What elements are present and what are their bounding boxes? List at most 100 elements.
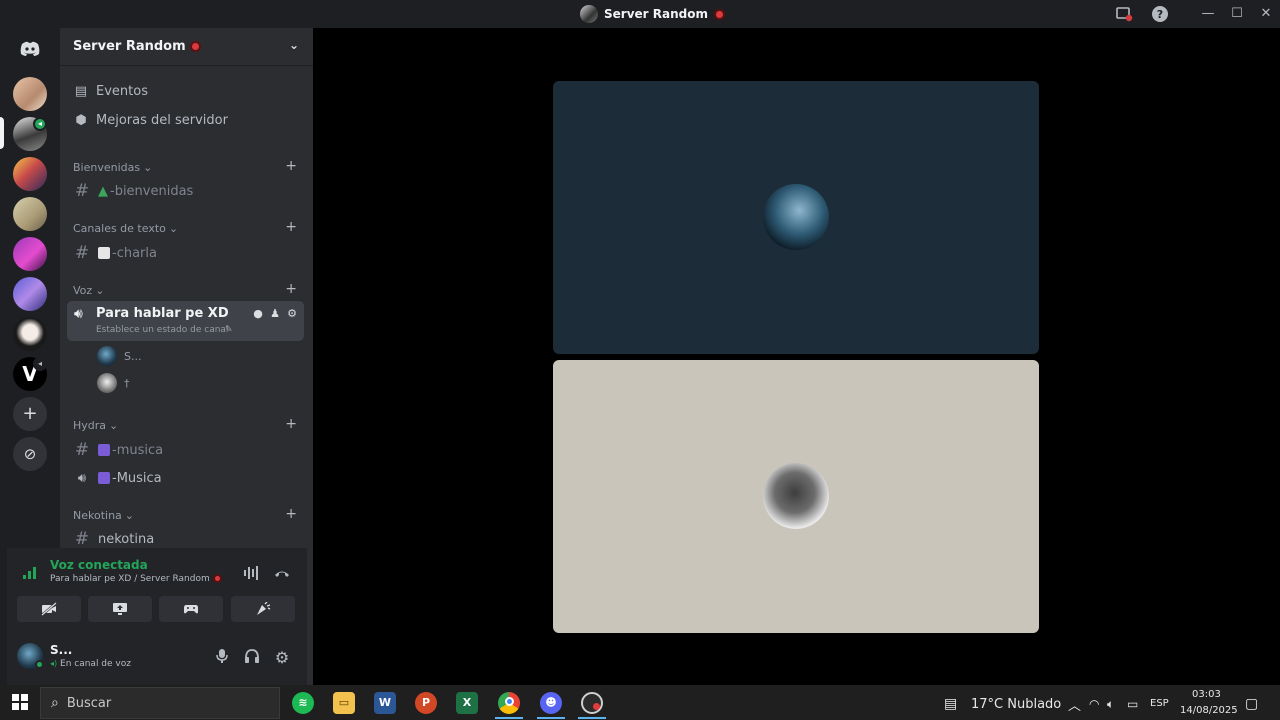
signal-icon[interactable] (21, 563, 39, 581)
file-explorer-icon[interactable]: ▭ (333, 692, 355, 714)
category-voz[interactable]: Voz ⌄ (73, 282, 104, 298)
weather-widget[interactable]: 17°C Nublado (971, 697, 1061, 712)
user-status-text: En canal de voz (60, 659, 131, 669)
tree-emoji-icon: ▲ (98, 183, 108, 199)
voice-subtitle-text: Para hablar pe XD / Server Random (50, 574, 210, 584)
boost-label: Mejoras del servidor (96, 112, 228, 128)
add-channel-button[interactable]: + (285, 506, 297, 522)
active-app-indicator (537, 717, 565, 719)
channel-nekotina[interactable]: # nekotina (74, 529, 154, 549)
channel-label: nekotina (98, 531, 155, 547)
category-hydra[interactable]: Hydra ⌄ (73, 417, 118, 433)
channel-musica-voice[interactable]: 🔊︎ -Musica (74, 468, 162, 488)
chevron-down-icon: ⌄ (168, 221, 179, 235)
explore-servers-button[interactable]: ⊘ (13, 437, 47, 471)
server-icon-5[interactable] (13, 237, 47, 271)
chevron-down-icon: ⌄ (288, 38, 299, 52)
pencil-icon[interactable]: ✎ (225, 325, 233, 335)
gear-icon[interactable]: ⚙ (285, 307, 299, 321)
spotify-icon[interactable]: ≋ (292, 692, 314, 714)
windows-start-button[interactable] (12, 694, 28, 710)
camera-off-button[interactable] (17, 596, 81, 622)
powerpoint-icon[interactable]: P (415, 692, 437, 714)
server-icon-4[interactable] (13, 197, 47, 231)
server-icon-6[interactable] (13, 277, 47, 311)
participant-tile-1[interactable] (553, 81, 1039, 354)
voice-user-1[interactable]: S... (97, 345, 141, 367)
wifi-icon[interactable]: ◠ (1089, 697, 1099, 711)
speaker-icon: 🔊︎ (77, 470, 87, 486)
channel-status-placeholder[interactable]: Establece un estado de canal (96, 325, 228, 335)
voice-user-2[interactable]: † (97, 372, 130, 394)
chat-icon[interactable]: ● (251, 307, 265, 321)
share-screen-button[interactable] (88, 596, 152, 622)
speaker-badge-icon: ◂ (33, 117, 47, 131)
gamepad-icon (184, 604, 198, 613)
add-channel-button[interactable]: + (285, 158, 297, 174)
user-panel (7, 630, 307, 685)
headphones-button[interactable] (243, 648, 261, 666)
server-icon-1[interactable] (13, 77, 47, 111)
invite-icon[interactable]: ♟ (268, 307, 282, 321)
chrome-icon[interactable] (498, 692, 520, 714)
add-channel-button[interactable]: + (285, 219, 297, 235)
battery-icon[interactable]: ▭ (1127, 697, 1138, 711)
inbox-icon[interactable] (1115, 5, 1133, 23)
add-channel-button[interactable]: + (285, 416, 297, 432)
category-bienvenidas[interactable]: Bienvenidas ⌄ (73, 159, 152, 175)
window-title-text: Server Random (604, 7, 708, 21)
minimize-button[interactable]: — (1198, 4, 1218, 24)
server-icon-7[interactable] (13, 317, 47, 351)
voice-connected-subtitle[interactable]: Para hablar pe XD / Server Random (50, 574, 222, 584)
chevron-up-icon[interactable]: ︿ (1068, 695, 1081, 714)
discord-taskbar-icon[interactable]: ☻ (540, 692, 562, 714)
close-button[interactable]: ✕ (1256, 4, 1276, 24)
username[interactable]: S... (50, 643, 72, 657)
news-widget-icon[interactable]: ▤ (944, 696, 957, 712)
language-indicator[interactable]: ESP (1150, 698, 1169, 709)
noise-suppression-icon[interactable] (242, 565, 262, 581)
voice-channel-active[interactable]: 🔊︎ Para hablar pe XD Establece un estado… (67, 301, 304, 341)
notifications-icon[interactable]: ▢ (1245, 696, 1258, 712)
category-texto[interactable]: Canales de texto ⌄ (73, 220, 178, 236)
word-icon[interactable]: W (374, 692, 396, 714)
server-header[interactable]: Server Random ⌄ (60, 28, 313, 66)
camera-off-icon (41, 601, 57, 616)
music-emoji-icon (98, 444, 110, 456)
channel-musica-text[interactable]: # -musica (74, 440, 163, 460)
hash-icon: # (74, 243, 90, 263)
windows-logo-icon (12, 694, 28, 710)
server-icon-3[interactable] (13, 157, 47, 191)
volume-icon[interactable]: 🔈︎ (1107, 697, 1114, 712)
microphone-button[interactable] (213, 648, 231, 666)
activities-button[interactable] (159, 596, 223, 622)
server-boost-item[interactable]: ⬢ Mejoras del servidor (74, 110, 228, 130)
help-icon[interactable]: ? (1151, 5, 1169, 23)
channel-charla[interactable]: # -charla (74, 243, 157, 263)
avatar (763, 463, 829, 529)
voice-connected-title[interactable]: Voz conectada (50, 558, 148, 572)
taskbar-search[interactable]: ⌕ Buscar (40, 687, 280, 719)
add-server-button[interactable]: + (13, 397, 47, 431)
add-channel-button[interactable]: + (285, 281, 297, 297)
selected-server-indicator (0, 117, 4, 149)
maximize-button[interactable]: ☐ (1227, 4, 1247, 24)
participant-tile-2[interactable] (553, 360, 1039, 633)
disconnect-icon[interactable] (272, 565, 292, 581)
channel-bienvenidas[interactable]: # ▲ -bienvenidas (74, 181, 193, 201)
excel-icon[interactable]: X (456, 692, 478, 714)
category-nekotina[interactable]: Nekotina ⌄ (73, 507, 134, 523)
chevron-down-icon: ⌄ (109, 418, 119, 432)
music-emoji-icon (98, 472, 110, 484)
chevron-down-icon: ⌄ (143, 160, 153, 174)
soundboard-button[interactable] (231, 596, 295, 622)
category-label: Nekotina (73, 508, 122, 522)
clock-date[interactable]: 14/08/2025 (1180, 705, 1238, 716)
direct-messages-button[interactable] (14, 33, 46, 65)
events-item[interactable]: ▤ Eventos (74, 81, 148, 101)
user-settings-button[interactable]: ⚙ (273, 648, 291, 667)
avatar (763, 184, 829, 250)
server-name: Server Random (73, 39, 186, 54)
recording-app-icon[interactable] (581, 692, 603, 714)
clock-time[interactable]: 03:03 (1192, 689, 1221, 700)
